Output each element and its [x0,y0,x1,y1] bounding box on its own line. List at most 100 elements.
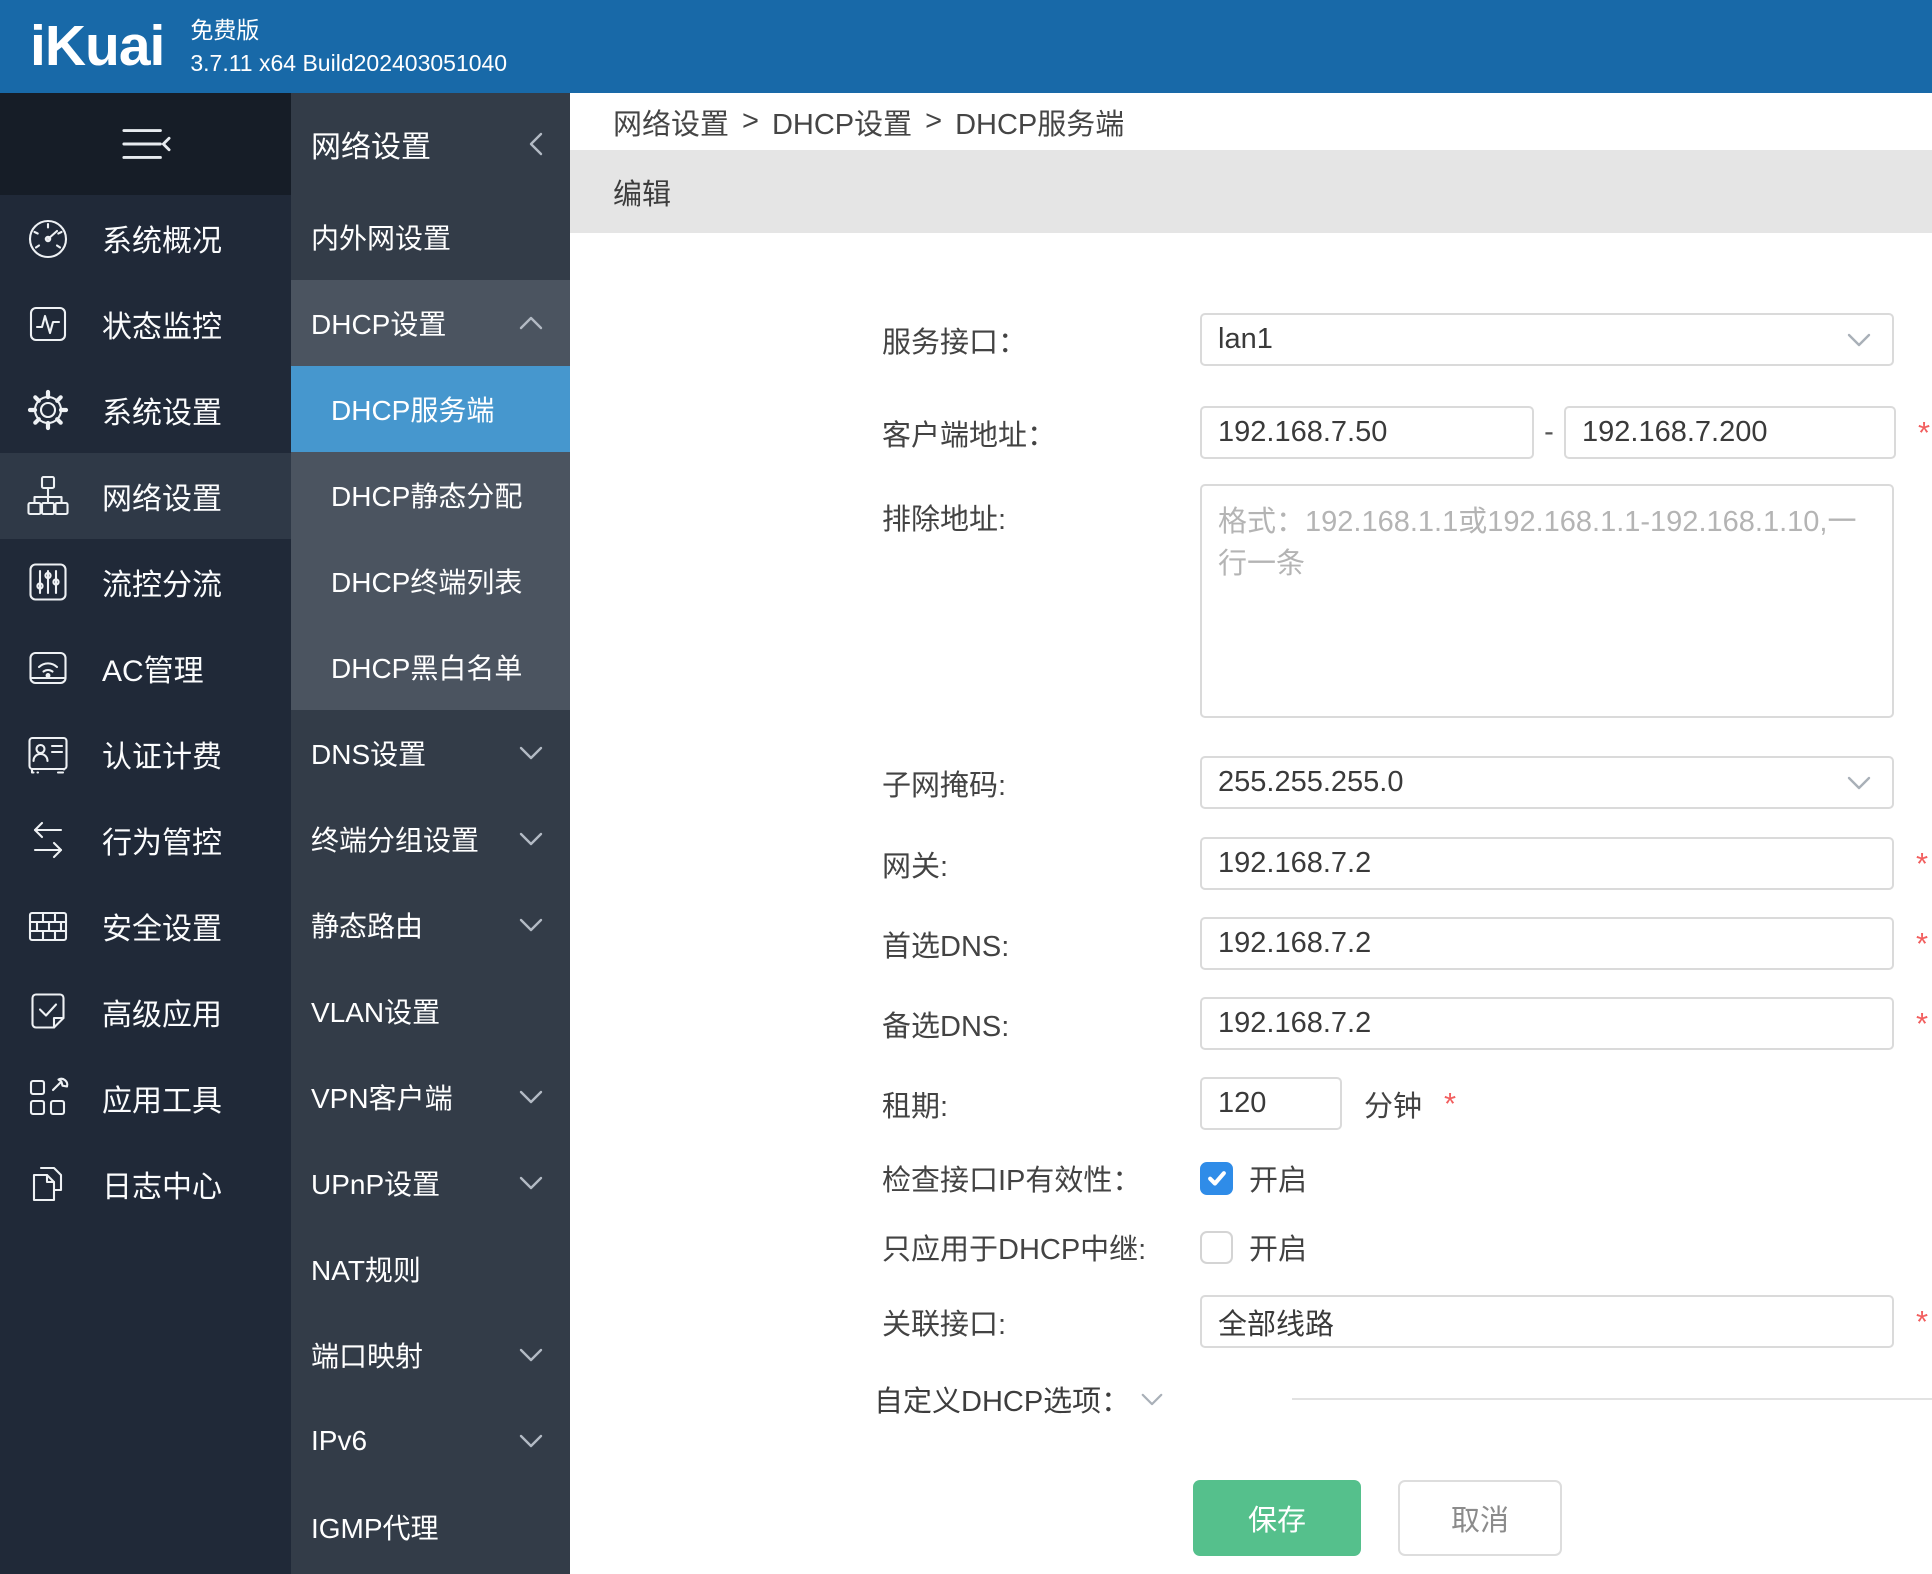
breadcrumb-dhcp-server[interactable]: DHCP服务端 [955,101,1124,143]
panel-title: 编辑 [613,178,672,211]
required-marker: * [1444,1086,1457,1121]
sidebar-item-label: 系统概况 [102,225,222,258]
doc-check-icon [24,988,72,1036]
chevron-down-icon [1846,775,1872,791]
exclude-address-textarea[interactable] [1200,484,1894,718]
sidebar-item-ac-management[interactable]: AC管理 [0,625,291,711]
sidebar-item-system-overview[interactable]: 系统概况 [0,195,291,281]
submenu-item-port-mapping[interactable]: 端口映射 [291,1312,570,1398]
submenu-item-upnp[interactable]: UPnP设置 [291,1140,570,1226]
form-actions: 保存 取消 [570,1480,1932,1556]
submenu-item-dhcp-clients[interactable]: DHCP终端列表 [291,538,570,624]
service-interface-select[interactable]: lan1 [1200,313,1894,366]
wifi-ap-icon [24,644,72,692]
required-marker: * [1916,926,1929,961]
chevron-down-icon [518,1089,544,1105]
breadcrumb-separator: > [925,105,943,137]
netmask-label: 子网掩码: [882,769,1007,802]
sidebar-item-network-settings[interactable]: 网络设置 [0,453,291,539]
copy-pages-icon [24,1160,72,1208]
submenu-item-dhcp-server[interactable]: DHCP服务端 [291,366,570,452]
sidebar-item-label: 系统设置 [102,397,222,430]
submenu-item-terminal-groups[interactable]: 终端分组设置 [291,796,570,882]
tools-wrench-icon [24,1074,72,1122]
sidebar-item-behavior-control[interactable]: 行为管控 [0,797,291,883]
gear-icon [24,386,72,434]
secondary-dns-input[interactable] [1200,997,1894,1050]
sidebar-item-flow-control[interactable]: 流控分流 [0,539,291,625]
submenu-item-igmp-proxy[interactable]: IGMP代理 [291,1484,570,1570]
breadcrumb-dhcp-settings[interactable]: DHCP设置 [772,101,912,143]
bind-interface-label: 关联接口: [882,1308,1007,1341]
chevron-down-icon[interactable] [1140,1392,1164,1407]
form-row-gateway: 网关: * [570,837,1932,890]
submenu-item-ipv6[interactable]: IPv6 [291,1398,570,1484]
submenu-item-dhcp-settings[interactable]: DHCP设置 [291,280,570,366]
submenu-item-wan-lan[interactable]: 内外网设置 [291,194,570,280]
sliders-icon [24,558,72,606]
sidebar-item-log-center[interactable]: 日志中心 [0,1141,291,1227]
chevron-left-icon [528,131,544,157]
form-row-custom-dhcp-options: 自定义DHCP选项： [570,1376,1932,1422]
form-row-dhcp-relay-only: 只应用于DHCP中继: 开启 [570,1226,1932,1268]
form-row-exclude-address: 排除地址: [570,484,1932,718]
sidebar-item-label: 状态监控 [102,311,222,344]
bind-interface-input[interactable] [1200,1295,1894,1348]
cancel-button[interactable]: 取消 [1398,1480,1562,1556]
submenu-item-vpn-client[interactable]: VPN客户端 [291,1054,570,1140]
form-row-lease: 租期: 分钟 * [570,1077,1932,1130]
client-address-start-input[interactable] [1200,406,1534,459]
client-address-label: 客户端地址： [882,419,1057,452]
chevron-down-icon [518,917,544,933]
sidebar-item-label: 高级应用 [102,999,222,1032]
section-divider [1292,1398,1932,1400]
primary-dns-input[interactable] [1200,917,1894,970]
client-address-end-input[interactable] [1564,406,1896,459]
dhcp-relay-only-checkbox[interactable] [1200,1230,1233,1264]
custom-dhcp-options-label: 自定义DHCP选项： [874,1386,1131,1418]
submenu-item-static-routes[interactable]: 静态路由 [291,882,570,968]
required-marker: * [1916,846,1929,881]
submenu-item-dhcp-blackwhite[interactable]: DHCP黑白名单 [291,624,570,710]
form-row-secondary-dns: 备选DNS: * [570,997,1932,1050]
breadcrumb-network-settings[interactable]: 网络设置 [613,101,729,143]
netmask-select[interactable]: 255.255.255.0 [1200,756,1894,809]
lease-input[interactable] [1200,1077,1342,1130]
form-row-bind-interface: 关联接口: * [570,1295,1932,1348]
submenu-title[interactable]: 网络设置 [291,93,570,194]
check-interface-ip-label: 检查接口IP有效性： [882,1165,1142,1197]
check-interface-ip-checkbox[interactable] [1200,1161,1233,1195]
sidebar-item-auth-billing[interactable]: 认证计费 [0,711,291,797]
submenu-item-nat-rules[interactable]: NAT规则 [291,1226,570,1312]
sidebar-item-label: 网络设置 [102,483,222,516]
sidebar-item-advanced-apps[interactable]: 高级应用 [0,969,291,1055]
check-icon [1207,1171,1226,1186]
topbar: iKuai 免费版 3.7.11 x64 Build202403051040 [0,0,1932,93]
sidebar-item-security-settings[interactable]: 安全设置 [0,883,291,969]
primary-sidebar: 系统概况 状态监控 系统设置 网络设置 流控分流 AC管理 认证计费 行为管控 … [0,93,291,1574]
id-card-icon [24,730,72,778]
sidebar-item-label: 流控分流 [102,569,222,602]
content-area: 网络设置 > DHCP设置 > DHCP服务端 编辑 服务接口： lan1 客户… [570,93,1932,1574]
sidebar-item-app-tools[interactable]: 应用工具 [0,1055,291,1141]
gateway-input[interactable] [1200,837,1894,890]
sidebar-collapse-button[interactable] [0,93,291,195]
submenu-item-vlan[interactable]: VLAN设置 [291,968,570,1054]
ikuai-admin-page: iKuai 免费版 3.7.11 x64 Build202403051040 系… [0,0,1932,1574]
dhcp-server-edit-form: 服务接口： lan1 客户端地址： - * 排除地址: [570,233,1932,1574]
exclude-address-label: 排除地址: [882,504,1007,536]
submenu-item-dhcp-static[interactable]: DHCP静态分配 [291,452,570,538]
save-button[interactable]: 保存 [1193,1480,1361,1556]
sidebar-item-label: 应用工具 [102,1085,222,1118]
network-settings-submenu: 网络设置 内外网设置 DHCP设置 DHCP服务端 DHCP静态分配 DHCP终… [291,93,570,1574]
sidebar-item-system-settings[interactable]: 系统设置 [0,367,291,453]
chevron-down-icon [518,831,544,847]
sidebar-item-label: 日志中心 [102,1171,222,1204]
submenu-item-dns[interactable]: DNS设置 [291,710,570,796]
chevron-down-icon [1846,332,1872,348]
secondary-dns-label: 备选DNS: [882,1010,1010,1043]
lease-label: 租期: [882,1090,949,1123]
monitor-wave-icon [24,300,72,348]
form-row-netmask: 子网掩码: 255.255.255.0 [570,756,1932,809]
sidebar-item-status-monitor[interactable]: 状态监控 [0,281,291,367]
